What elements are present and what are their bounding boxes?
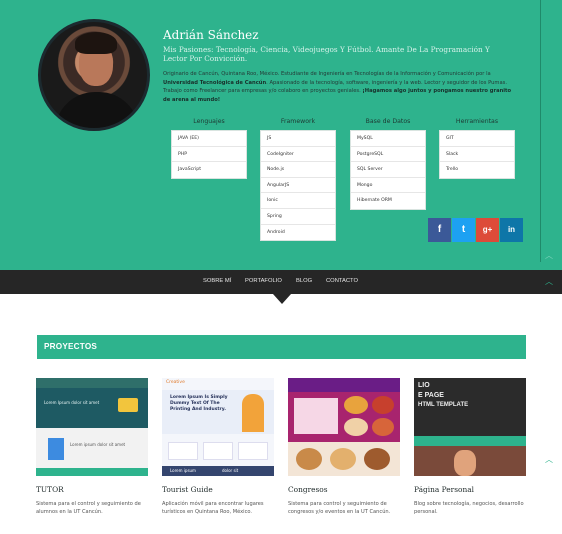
list-item: JavaScript xyxy=(178,167,202,173)
project-title[interactable]: TUTOR xyxy=(36,485,64,494)
list-item: MySQL xyxy=(351,131,425,147)
list-item: JAVA (EE) xyxy=(172,131,246,147)
project-description: Aplicación móvil para encontrar lugares … xyxy=(162,501,264,515)
list-item: Spring xyxy=(261,209,335,225)
linkedin-icon[interactable]: in xyxy=(500,218,523,242)
list-item: JS xyxy=(261,131,335,147)
list-item: Slack xyxy=(440,147,514,163)
main-nav: SOBRE MÍ PORTAFOLIO BLOG CONTACTO ︿ xyxy=(0,270,562,294)
project-title[interactable]: Tourist Guide xyxy=(162,485,213,494)
nav-active-pointer xyxy=(273,294,291,304)
nav-portafolio[interactable]: PORTAFOLIO xyxy=(245,278,282,284)
section-title: PROYECTOS xyxy=(44,342,98,351)
profile-bio: Originario de Cancún, Quintana Roo, Méxi… xyxy=(163,71,512,103)
avatar xyxy=(38,19,150,131)
nav-blog[interactable]: BLOG xyxy=(296,278,312,284)
divider xyxy=(540,0,541,262)
nav-sobre-mi[interactable]: SOBRE MÍ xyxy=(203,278,231,284)
nav-contacto[interactable]: CONTACTO xyxy=(326,278,358,284)
skills-list-herramientas: GIT Slack Trello xyxy=(439,130,515,179)
chevron-up-icon[interactable]: ︿ xyxy=(545,278,557,286)
project-title[interactable]: Página Personal xyxy=(414,485,474,494)
skills-list-lenguajes: JAVA (EE) PHP JavaScript xyxy=(171,130,247,179)
project-thumb-congresos[interactable] xyxy=(288,378,400,476)
project-description: Sistema para control y seguimiento de co… xyxy=(288,501,391,515)
chevron-up-icon[interactable]: ︿ xyxy=(545,252,557,260)
skills-list-bases: MySQL PostgreSQL SQL Server Mongo Hibern… xyxy=(350,130,426,210)
profile-header: Adrián Sánchez Mis Pasiones: Tecnología,… xyxy=(0,0,562,270)
project-description: Sistema para el control y seguimiento de… xyxy=(36,501,141,515)
list-item: PostgreSQL xyxy=(351,147,425,163)
section-header: PROYECTOS xyxy=(37,335,526,359)
list-item: Node.js xyxy=(261,162,335,178)
project-description: Blog sobre tecnología, negocios, desarro… xyxy=(414,501,524,515)
list-item: Trello xyxy=(446,167,459,173)
list-item: Mongo xyxy=(351,178,425,194)
list-item: SQL Server xyxy=(351,162,425,178)
facebook-icon[interactable]: f xyxy=(428,218,451,242)
google-plus-icon[interactable]: g+ xyxy=(476,218,499,242)
project-title[interactable]: Congresos xyxy=(288,485,328,494)
chevron-up-icon[interactable]: ︿ xyxy=(545,456,557,464)
list-item: Hibernate ORM xyxy=(357,198,392,204)
list-item: CodeIgniter xyxy=(261,147,335,163)
twitter-icon[interactable]: t xyxy=(452,218,475,242)
skills-title-bases: Base de Datos xyxy=(365,118,411,125)
list-item: PHP xyxy=(172,147,246,163)
skills-title-framework: Framework xyxy=(280,118,316,125)
list-item: Android xyxy=(267,229,285,235)
list-item: Ionic xyxy=(261,193,335,209)
skills-title-lenguajes: Lenguajes xyxy=(193,118,225,125)
project-thumb-pagina-personal[interactable]: LIO E PAGE HTML TEMPLATE xyxy=(414,378,526,476)
profile-passions: Mis Pasiones: Tecnología, Ciencia, Video… xyxy=(163,45,490,63)
project-thumb-tutor[interactable]: Lorem Ipsum dolor sit amet Lorem ipsum d… xyxy=(36,378,148,476)
list-item: AngularJS xyxy=(261,178,335,194)
list-item: GIT xyxy=(440,131,514,147)
skills-list-framework: JS CodeIgniter Node.js AngularJS Ionic S… xyxy=(260,130,336,242)
project-thumb-tourist-guide[interactable]: Creative Lorem Ipsum Is Simply Dummy Tex… xyxy=(162,378,274,476)
profile-name: Adrián Sánchez xyxy=(163,28,259,42)
skills-title-herramientas: Herramientas xyxy=(455,118,499,125)
